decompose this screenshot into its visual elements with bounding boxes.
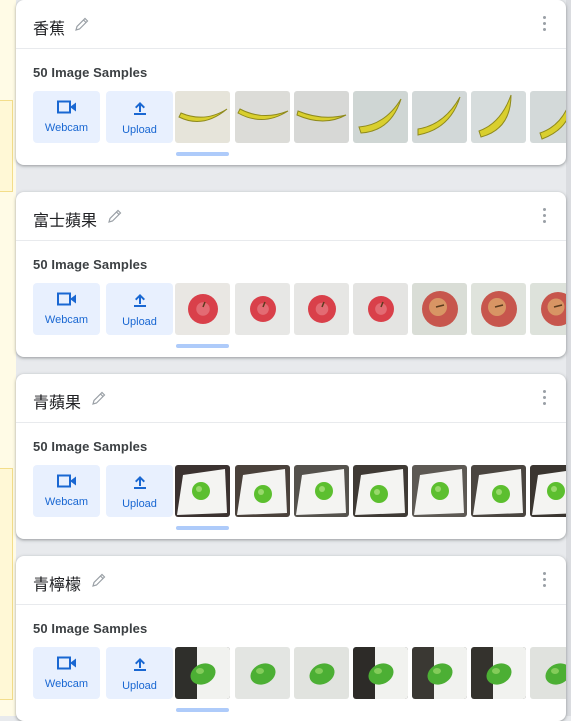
- sample-thumbnail[interactable]: [471, 465, 526, 517]
- upload-icon: [106, 656, 173, 677]
- sample-thumbnail[interactable]: [235, 91, 290, 143]
- class-name[interactable]: 香蕉: [33, 15, 65, 39]
- samples-count-label: 50 Image Samples: [33, 257, 148, 272]
- class-card: 香蕉 50 Image Samples Webcam Upload: [16, 0, 566, 165]
- sample-thumbnail[interactable]: [471, 647, 526, 699]
- sample-thumbnail[interactable]: [175, 91, 230, 143]
- sample-thumbnail[interactable]: [353, 283, 408, 335]
- webcam-button[interactable]: Webcam: [33, 283, 100, 335]
- sample-thumbnail[interactable]: [175, 647, 230, 699]
- sample-thumbnail[interactable]: [235, 465, 290, 517]
- sample-thumbnail[interactable]: [412, 465, 467, 517]
- thumbnail-scroll-indicator[interactable]: [176, 152, 229, 156]
- class-card: 富士蘋果 50 Image Samples Webcam Upload: [16, 192, 566, 357]
- sample-thumbnail[interactable]: [530, 283, 566, 335]
- upload-button-label: Upload: [122, 498, 157, 510]
- webcam-button-label: Webcam: [44, 314, 89, 326]
- webcam-button[interactable]: Webcam: [33, 91, 100, 143]
- class-name[interactable]: 富士蘋果: [33, 207, 97, 231]
- sample-thumbnail[interactable]: [175, 465, 230, 517]
- upload-icon: [106, 474, 173, 495]
- samples-count-label: 50 Image Samples: [33, 621, 148, 636]
- sample-thumbnail[interactable]: [175, 283, 230, 335]
- upload-icon: [106, 100, 173, 121]
- edit-pencil-icon[interactable]: [91, 390, 107, 411]
- sample-thumbnail[interactable]: [294, 91, 349, 143]
- sample-thumbnails: [175, 647, 566, 699]
- sample-thumbnail[interactable]: [294, 283, 349, 335]
- more-vert-icon[interactable]: [542, 206, 546, 226]
- more-vert-icon[interactable]: [542, 388, 546, 408]
- thumbnail-scroll-indicator[interactable]: [176, 526, 229, 530]
- right-scrollbar[interactable]: [566, 0, 571, 716]
- sample-thumbnails: [175, 91, 566, 143]
- samples-count-label: 50 Image Samples: [33, 439, 148, 454]
- edit-pencil-icon[interactable]: [74, 16, 90, 37]
- upload-button-label: Upload: [122, 316, 157, 328]
- sample-thumbnails: [175, 465, 566, 517]
- sample-thumbnail[interactable]: [235, 283, 290, 335]
- sample-thumbnail[interactable]: [353, 647, 408, 699]
- webcam-button-label: Webcam: [44, 496, 89, 508]
- edit-pencil-icon[interactable]: [91, 572, 107, 593]
- sample-thumbnails: [175, 283, 566, 335]
- sample-thumbnail[interactable]: [530, 647, 566, 699]
- sample-thumbnail[interactable]: [412, 647, 467, 699]
- class-card: 青蘋果 50 Image Samples Webcam Upload: [16, 374, 566, 539]
- upload-button[interactable]: Upload: [106, 91, 173, 143]
- upload-icon: [106, 292, 173, 313]
- class-card-header: 青蘋果: [16, 374, 566, 423]
- sample-thumbnail[interactable]: [353, 91, 408, 143]
- more-vert-icon[interactable]: [542, 14, 546, 34]
- camera-icon: [33, 100, 100, 119]
- more-vert-icon[interactable]: [542, 570, 546, 590]
- upload-button-label: Upload: [122, 124, 157, 136]
- sample-thumbnail[interactable]: [471, 91, 526, 143]
- webcam-button-label: Webcam: [44, 678, 89, 690]
- webcam-button[interactable]: Webcam: [33, 647, 100, 699]
- sample-thumbnail[interactable]: [294, 465, 349, 517]
- class-card-header: 富士蘋果: [16, 192, 566, 241]
- sample-thumbnail[interactable]: [412, 91, 467, 143]
- left-edge-mark: [0, 100, 13, 192]
- samples-count-label: 50 Image Samples: [33, 65, 148, 80]
- upload-button[interactable]: Upload: [106, 283, 173, 335]
- edit-pencil-icon[interactable]: [107, 208, 123, 229]
- sample-thumbnail[interactable]: [294, 647, 349, 699]
- class-card: 青檸檬 50 Image Samples Webcam Upload: [16, 556, 566, 721]
- upload-button[interactable]: Upload: [106, 465, 173, 517]
- class-name[interactable]: 青蘋果: [33, 389, 81, 413]
- left-edge-strip: [0, 0, 16, 716]
- class-card-header: 青檸檬: [16, 556, 566, 605]
- camera-icon: [33, 474, 100, 493]
- thumbnail-scroll-indicator[interactable]: [176, 708, 229, 712]
- sample-thumbnail[interactable]: [530, 91, 566, 143]
- camera-icon: [33, 292, 100, 311]
- sample-thumbnail[interactable]: [235, 647, 290, 699]
- camera-icon: [33, 656, 100, 675]
- upload-button-label: Upload: [122, 680, 157, 692]
- thumbnail-scroll-indicator[interactable]: [176, 344, 229, 348]
- class-name[interactable]: 青檸檬: [33, 571, 81, 595]
- sample-thumbnail[interactable]: [353, 465, 408, 517]
- sample-thumbnail[interactable]: [530, 465, 566, 517]
- sample-thumbnail[interactable]: [471, 283, 526, 335]
- webcam-button[interactable]: Webcam: [33, 465, 100, 517]
- sample-thumbnail[interactable]: [412, 283, 467, 335]
- webcam-button-label: Webcam: [44, 122, 89, 134]
- upload-button[interactable]: Upload: [106, 647, 173, 699]
- left-edge-mark: [0, 468, 13, 700]
- class-card-header: 香蕉: [16, 0, 566, 49]
